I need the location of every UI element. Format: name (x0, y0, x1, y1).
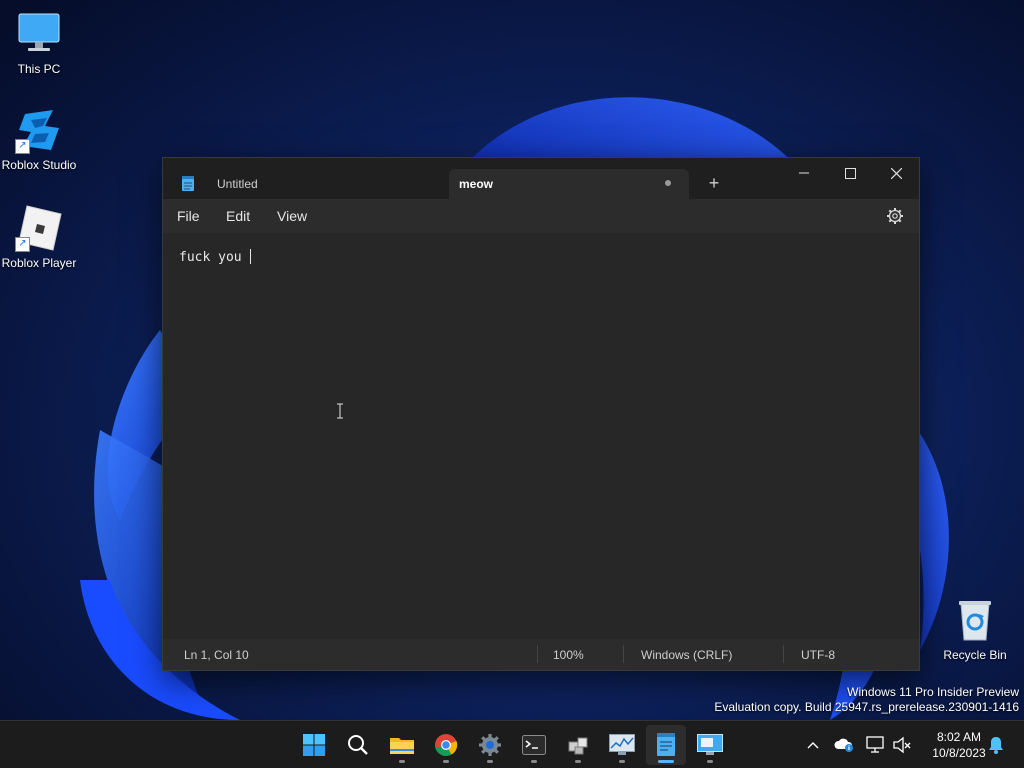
recycle-bin-icon (951, 596, 999, 644)
network-tray[interactable] (866, 735, 886, 755)
folder-icon (390, 738, 414, 754)
ibeam-cursor-icon (337, 403, 343, 419)
desktop-icon-label: Roblox Studio (1, 158, 77, 172)
taskbar-clock[interactable]: 8:02 AM 10/8/2023 (922, 729, 996, 761)
menu-edit[interactable]: Edit (226, 208, 250, 224)
taskbar-chrome[interactable] (426, 725, 466, 765)
menu-file[interactable]: File (177, 208, 200, 224)
status-line-ending[interactable]: Windows (CRLF) (641, 648, 732, 662)
notepad-icon (182, 176, 194, 191)
desktop-icon-roblox-player[interactable]: ↗ Roblox Player (0, 204, 79, 270)
tab-untitled[interactable]: Untitled (169, 169, 449, 199)
taskbar-resource-monitor[interactable] (602, 725, 642, 765)
menu-bar: File Edit View (163, 199, 919, 233)
status-cursor-position: Ln 1, Col 10 (184, 648, 249, 662)
gear-icon (887, 208, 903, 224)
monitor-icon (15, 10, 63, 58)
running-indicator (707, 760, 713, 763)
maximize-button[interactable] (827, 158, 873, 188)
status-zoom[interactable]: 100% (553, 648, 584, 662)
desktop-icon-label: Roblox Player (1, 256, 77, 270)
desktop-icon-label: This PC (17, 62, 61, 76)
minimize-button[interactable] (781, 158, 827, 188)
taskbar-terminal[interactable] (514, 725, 554, 765)
status-separator (537, 645, 538, 663)
status-encoding[interactable]: UTF-8 (801, 648, 835, 662)
running-indicator (575, 760, 581, 763)
clock-date: 10/8/2023 (932, 746, 986, 760)
roblox-player-icon: ↗ (15, 204, 63, 252)
taskbar: 8:02 AM 10/8/2023 (0, 720, 1024, 768)
running-indicator (399, 760, 405, 763)
taskbar-notepad[interactable] (646, 725, 686, 765)
minimize-icon (799, 172, 809, 174)
terminal-icon (522, 735, 546, 755)
new-tab-button[interactable]: + (703, 172, 725, 194)
tab-label: meow (459, 177, 494, 191)
watermark-line-1: Windows 11 Pro Insider Preview (847, 685, 1019, 699)
clock-time: 8:02 AM (936, 730, 982, 744)
shortcut-arrow-icon: ↗ (15, 139, 30, 154)
unsaved-indicator-icon[interactable] (665, 180, 671, 186)
chrome-icon (435, 734, 458, 756)
taskbar-file-explorer[interactable] (382, 725, 422, 765)
windows-logo-icon (303, 734, 325, 756)
menu-view[interactable]: View (277, 208, 307, 224)
volume-muted-icon (893, 736, 911, 754)
shortcut-arrow-icon: ↗ (15, 237, 30, 252)
status-separator (623, 645, 624, 663)
bell-icon (989, 737, 1003, 754)
desktop-icon-roblox-studio[interactable]: ↗ Roblox Studio (0, 106, 79, 172)
text-caret (250, 249, 252, 264)
status-separator (783, 645, 784, 663)
desktop-icon-label: Recycle Bin (943, 648, 1007, 662)
notepad-window: Untitled meow + File Edit View fuck you … (162, 157, 920, 671)
running-indicator (443, 760, 449, 763)
settings-button[interactable] (885, 206, 905, 226)
tab-label: Untitled (217, 177, 258, 191)
start-button[interactable] (294, 725, 334, 765)
text-editor[interactable]: fuck you (163, 233, 919, 639)
desktop-icon-this-pc[interactable]: This PC (0, 10, 79, 76)
title-bar[interactable]: Untitled meow + (163, 158, 919, 199)
running-indicator (658, 760, 674, 763)
running-indicator (487, 760, 493, 763)
notifications-button[interactable] (986, 735, 1006, 755)
taskbar-settings[interactable] (470, 725, 510, 765)
show-hidden-icons-button[interactable] (803, 735, 823, 755)
search-icon (348, 735, 368, 755)
desktop-icon-recycle-bin[interactable]: Recycle Bin (935, 596, 1015, 662)
remote-desktop-icon (697, 734, 723, 755)
chevron-up-icon (807, 742, 819, 749)
onedrive-tray[interactable] (834, 735, 854, 755)
taskbar-remote-desktop[interactable] (690, 725, 730, 765)
network-icon (866, 736, 884, 753)
editor-content: fuck you (179, 250, 250, 265)
running-indicator (531, 760, 537, 763)
cloud-info-icon (834, 738, 853, 752)
roblox-studio-icon: ↗ (15, 106, 63, 154)
monitor-chart-icon (609, 734, 635, 755)
notepad-icon (657, 733, 675, 756)
running-indicator (619, 760, 625, 763)
taskbar-roblox-studio[interactable] (558, 725, 598, 765)
roblox-studio-icon (568, 737, 588, 755)
maximize-icon (844, 167, 856, 179)
search-button[interactable] (338, 725, 378, 765)
evaluation-watermark: Windows 11 Pro Insider Preview Evaluatio… (714, 685, 1019, 715)
tab-meow[interactable]: meow (449, 169, 689, 199)
close-icon (890, 167, 902, 179)
volume-tray[interactable] (892, 735, 912, 755)
gear-icon (479, 734, 501, 756)
close-button[interactable] (873, 158, 919, 188)
status-bar: Ln 1, Col 10 100% Windows (CRLF) UTF-8 (163, 639, 919, 670)
watermark-line-2: Evaluation copy. Build 25947.rs_prerelea… (714, 700, 1019, 714)
